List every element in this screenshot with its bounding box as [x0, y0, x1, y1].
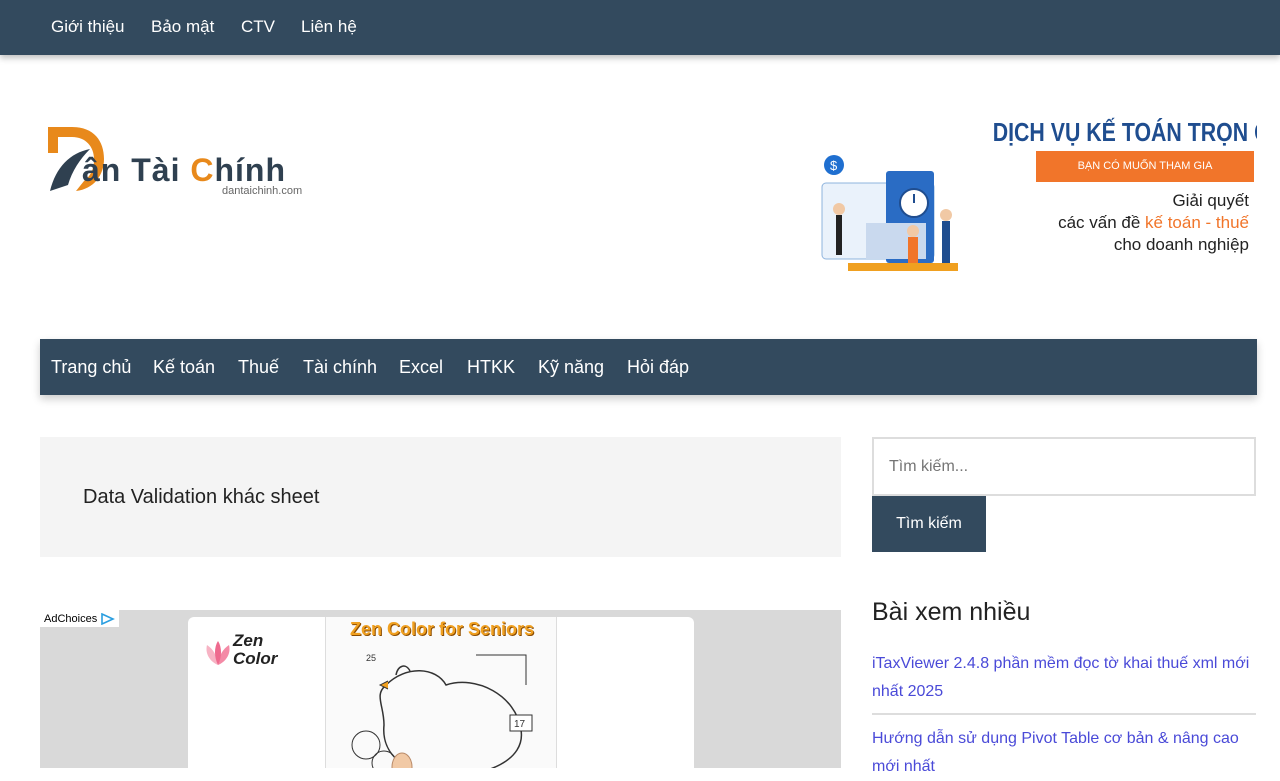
main-nav-tai-chinh[interactable]: Tài chính [303, 357, 377, 378]
main-nav-hoi-dap[interactable]: Hỏi đáp [627, 357, 689, 378]
page-title-box: Data Validation khác sheet [40, 437, 841, 557]
advertisement[interactable]: AdChoices Zen Color Zen Color for Senior… [40, 610, 841, 768]
hen-drawing-icon: 25 17 [351, 653, 533, 768]
banner-line-1: Giải quyết [1172, 191, 1249, 210]
top-nav-gioi-thieu[interactable]: Giới thiệu [51, 17, 125, 37]
zen-color-logo: Zen Color [203, 631, 293, 671]
ad-art-title: Zen Color for Seniors [349, 619, 535, 639]
main-nav-trang-chu[interactable]: Trang chủ [51, 357, 131, 378]
search-button[interactable]: Tìm kiếm [872, 496, 986, 552]
main-nav-bar: Trang chủ Kế toán Thuế Tài chính Excel H… [40, 339, 1257, 395]
popular-posts-title: Bài xem nhiều [872, 598, 1031, 626]
main-nav-excel[interactable]: Excel [399, 357, 443, 378]
main-nav-htkk[interactable]: HTKK [467, 357, 515, 378]
popular-post-link[interactable]: Hướng dẫn sử dụng Pivot Table cơ bản & n… [872, 725, 1256, 781]
logo-brand-text: ân Tài Chính [82, 152, 286, 188]
adchoices-label: AdChoices [44, 612, 98, 625]
ad-art-num-17: 17 [514, 719, 526, 730]
site-logo[interactable]: ân Tài Chính dantaichinh.com [46, 123, 336, 203]
search-input[interactable] [872, 437, 1256, 496]
main-nav-thue[interactable]: Thuế [238, 357, 279, 378]
accounting-service-banner[interactable]: $ DỊCH VỤ KẾ TOÁN TRỌN GÓI BẠN CÓ MUỐN T… [796, 111, 1257, 276]
banner-line-3: cho doanh nghiệp [1113, 235, 1249, 254]
top-nav-ctv[interactable]: CTV [241, 17, 275, 37]
ad-art-num-25: 25 [366, 653, 376, 663]
banner-heading: DỊCH VỤ KẾ TOÁN TRỌN GÓI [992, 117, 1257, 147]
main-nav-ky-nang[interactable]: Kỹ năng [538, 357, 604, 378]
banner-line-2: các vấn đề kế toán - thuế [1058, 213, 1249, 232]
ad-card[interactable]: Zen Color Zen Color for Seniors 25 17 [188, 617, 694, 768]
top-nav-bao-mat[interactable]: Bảo mật [151, 17, 214, 37]
popular-post-link[interactable]: iTaxViewer 2.4.8 phần mềm đọc tờ khai th… [872, 650, 1256, 706]
adchoices-link[interactable]: AdChoices [40, 610, 120, 627]
top-nav-bar: Giới thiệu Bảo mật CTV Liên hệ [0, 0, 1280, 55]
banner-cta-pill: BẠN CÓ MUỐN THAM GIA [1036, 151, 1254, 182]
page-title: Data Validation khác sheet [83, 486, 320, 508]
banner-illustration-icon: $ [821, 155, 958, 271]
coloring-page-art: Zen Color for Seniors 25 17 [325, 617, 557, 768]
adchoices-icon [101, 612, 116, 625]
divider [872, 713, 1256, 715]
logo-subtitle: dantaichinh.com [222, 185, 303, 197]
lotus-icon [206, 641, 230, 665]
svg-text:$: $ [830, 158, 838, 173]
top-nav-lien-he[interactable]: Liên hệ [301, 17, 357, 37]
main-nav-ke-toan[interactable]: Kế toán [153, 357, 215, 378]
